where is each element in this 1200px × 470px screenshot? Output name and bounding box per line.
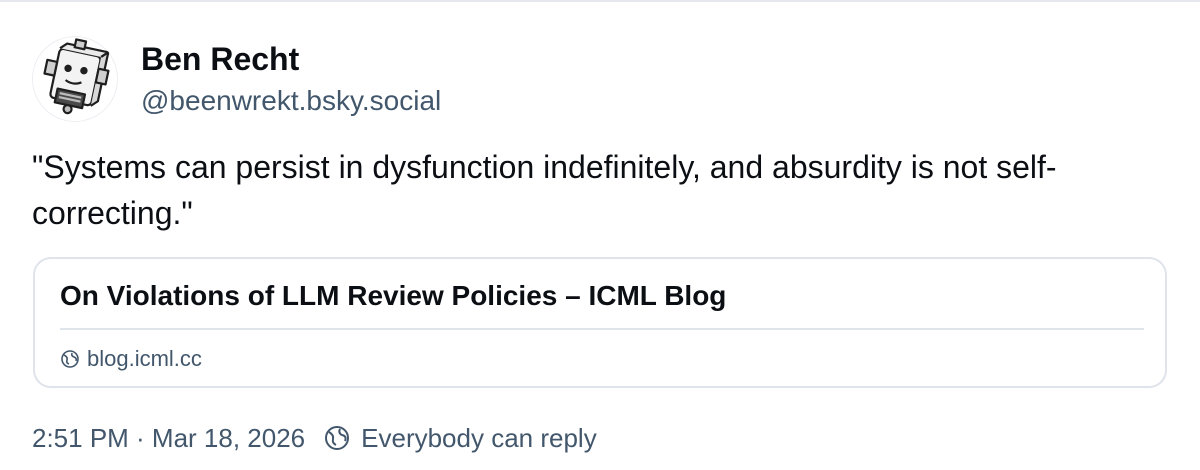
post-timestamp[interactable]: 2:51 PM · Mar 18, 2026 [32,423,305,454]
link-card-domain-row: blog.icml.cc [60,345,202,373]
link-card-title: On Violations of LLM Review Policies – I… [60,280,727,311]
author-handle[interactable]: @beenwrekt.bsky.social [141,84,441,118]
robot-avatar-icon [43,38,110,115]
author-avatar[interactable] [32,36,118,122]
link-card[interactable]: On Violations of LLM Review Policies – I… [33,257,1167,388]
post-text: "Systems can persist in dysfunction inde… [32,149,1057,231]
post-meta: 2:51 PM · Mar 18, 2026 Everybody can rep… [32,420,597,456]
link-card-divider [60,328,1144,330]
globe-icon [60,349,80,369]
post-card: Ben Recht @beenwrekt.bsky.social "System… [0,0,1200,470]
link-card-domain: blog.icml.cc [87,346,202,371]
reply-setting[interactable]: Everybody can reply [361,423,597,454]
author-display-name[interactable]: Ben Recht [141,40,299,78]
globe-icon [323,424,351,452]
